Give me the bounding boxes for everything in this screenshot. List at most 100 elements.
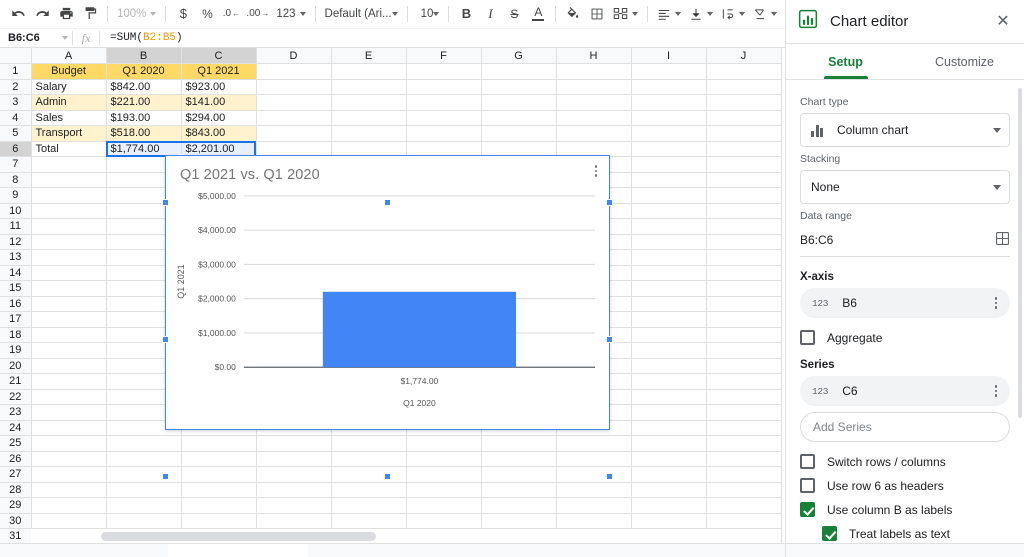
cell-A13[interactable]	[31, 250, 106, 266]
cell-J26[interactable]	[706, 451, 781, 467]
cell-J4[interactable]	[706, 110, 781, 126]
cell-I20[interactable]	[631, 358, 706, 374]
text-rotation-menu[interactable]	[749, 2, 781, 26]
column-header-i[interactable]: I	[631, 48, 706, 64]
cell-J29[interactable]	[706, 498, 781, 514]
row-header-9[interactable]: 9	[0, 188, 31, 204]
cell-H1[interactable]	[556, 64, 631, 80]
cell-J27[interactable]	[706, 467, 781, 483]
cell-E4[interactable]	[331, 110, 406, 126]
row-header-27[interactable]: 27	[0, 467, 31, 483]
cell-A28[interactable]	[31, 482, 106, 498]
cell-I12[interactable]	[631, 234, 706, 250]
row-header-11[interactable]: 11	[0, 219, 31, 235]
cell-J28[interactable]	[706, 482, 781, 498]
cell-J3[interactable]	[706, 95, 781, 111]
chart-bars[interactable]	[323, 292, 516, 367]
row-header-24[interactable]: 24	[0, 420, 31, 436]
column-header-c[interactable]: C	[181, 48, 256, 64]
cell-J20[interactable]	[706, 358, 781, 374]
text-color-button[interactable]: A	[526, 2, 550, 26]
cell-J10[interactable]	[706, 203, 781, 219]
cell-E3[interactable]	[331, 95, 406, 111]
currency-format-button[interactable]: $	[171, 2, 195, 26]
cell-A15[interactable]	[31, 281, 106, 297]
cell-J17[interactable]	[706, 312, 781, 328]
column-header-j[interactable]: J	[706, 48, 781, 64]
cell-G1[interactable]	[481, 64, 556, 80]
cell-J16[interactable]	[706, 296, 781, 312]
column-header-b[interactable]: B	[106, 48, 181, 64]
cell-A14[interactable]	[31, 265, 106, 281]
row-header-18[interactable]: 18	[0, 327, 31, 343]
cell-A10[interactable]	[31, 203, 106, 219]
use-column-as-labels-row[interactable]: Use column B as labels	[800, 502, 1010, 517]
cell-I22[interactable]	[631, 389, 706, 405]
row-header-31[interactable]: 31	[0, 529, 31, 545]
row-header-16[interactable]: 16	[0, 296, 31, 312]
cell-G27[interactable]	[481, 467, 556, 483]
row-header-17[interactable]: 17	[0, 312, 31, 328]
switch-rows-columns-row[interactable]: Switch rows / columns	[800, 454, 1010, 469]
tab-setup[interactable]: Setup	[786, 44, 905, 79]
cell-B26[interactable]	[106, 451, 181, 467]
cell-H5[interactable]	[556, 126, 631, 142]
row-header-22[interactable]: 22	[0, 389, 31, 405]
row-header-5[interactable]: 5	[0, 126, 31, 142]
row-header-20[interactable]: 20	[0, 358, 31, 374]
chart-object[interactable]: $0.00$1,000.00$2,000.00$3,000.00$4,000.0…	[165, 155, 610, 430]
cell-E27[interactable]	[331, 467, 406, 483]
redo-icon[interactable]	[30, 2, 54, 26]
cell-I28[interactable]	[631, 482, 706, 498]
cell-H29[interactable]	[556, 498, 631, 514]
cell-A5[interactable]: Transport	[31, 126, 106, 142]
cell-G26[interactable]	[481, 451, 556, 467]
cell-I9[interactable]	[631, 188, 706, 204]
print-icon[interactable]	[54, 2, 78, 26]
increase-decimal-button[interactable]: .00 →	[243, 2, 272, 26]
cell-F5[interactable]	[406, 126, 481, 142]
cell-A2[interactable]: Salary	[31, 79, 106, 95]
percent-format-button[interactable]: %	[195, 2, 219, 26]
cell-I23[interactable]	[631, 405, 706, 421]
cell-H28[interactable]	[556, 482, 631, 498]
editor-scrollbar[interactable]	[1018, 88, 1022, 543]
cell-D29[interactable]	[256, 498, 331, 514]
row-header-4[interactable]: 4	[0, 110, 31, 126]
chart-resize-handle-ne[interactable]	[606, 199, 613, 206]
cell-J24[interactable]	[706, 420, 781, 436]
cell-E2[interactable]	[331, 79, 406, 95]
cell-A11[interactable]	[31, 219, 106, 235]
series-chip[interactable]: 123 C6	[800, 376, 1010, 406]
cell-E5[interactable]	[331, 126, 406, 142]
row-header-2[interactable]: 2	[0, 79, 31, 95]
cell-A24[interactable]	[31, 420, 106, 436]
cell-I8[interactable]	[631, 172, 706, 188]
font-family-menu[interactable]: Default (Ari...	[321, 2, 402, 26]
cell-G3[interactable]	[481, 95, 556, 111]
chart-menu-icon[interactable]	[589, 161, 603, 181]
cell-G25[interactable]	[481, 436, 556, 452]
cell-C25[interactable]	[181, 436, 256, 452]
cell-B5[interactable]: $518.00	[106, 126, 181, 142]
cell-J30[interactable]	[706, 513, 781, 529]
cell-I24[interactable]	[631, 420, 706, 436]
cell-F3[interactable]	[406, 95, 481, 111]
chart-type-select[interactable]: Column chart	[800, 113, 1010, 147]
row-header-8[interactable]: 8	[0, 172, 31, 188]
chart-resize-handle-e[interactable]	[606, 336, 613, 343]
column-header-e[interactable]: E	[331, 48, 406, 64]
cell-B3[interactable]: $221.00	[106, 95, 181, 111]
row-header-26[interactable]: 26	[0, 451, 31, 467]
cell-C1[interactable]: Q1 2021	[181, 64, 256, 80]
cell-G28[interactable]	[481, 482, 556, 498]
cell-I25[interactable]	[631, 436, 706, 452]
cell-A12[interactable]	[31, 234, 106, 250]
cell-A26[interactable]	[31, 451, 106, 467]
kebab-menu-icon[interactable]	[988, 385, 1004, 397]
cell-I14[interactable]	[631, 265, 706, 281]
cell-I13[interactable]	[631, 250, 706, 266]
treat-labels-as-text-checkbox[interactable]	[822, 526, 837, 541]
cell-F2[interactable]	[406, 79, 481, 95]
fill-color-icon[interactable]	[561, 2, 585, 26]
